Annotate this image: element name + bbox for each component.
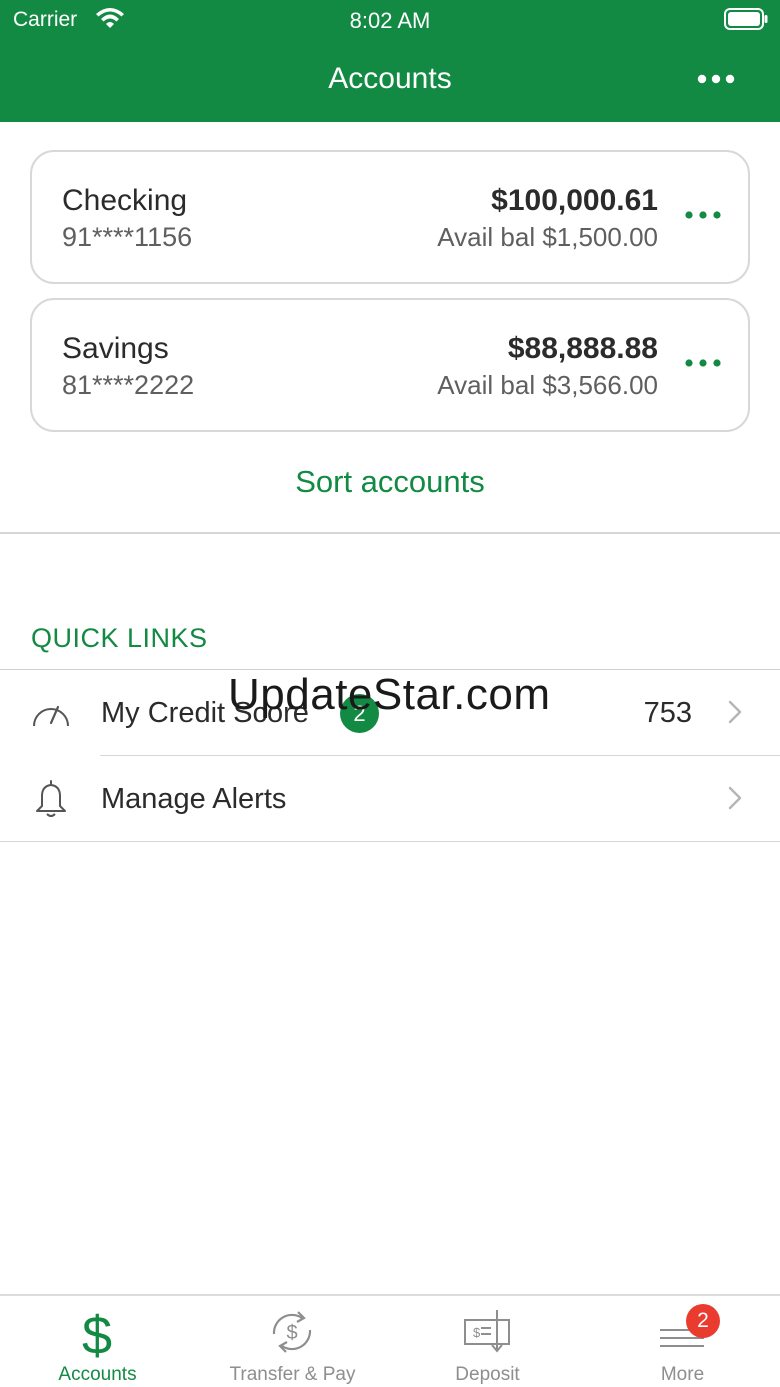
status-time: 8:02 AM <box>349 8 431 33</box>
account-number: 81****2222 <box>62 370 195 400</box>
quick-link-manage-alerts[interactable]: Manage Alerts <box>0 756 780 842</box>
account-card-checking[interactable]: Checking 91****1156 $100,000.61 Avail ba… <box>30 150 750 284</box>
credit-score-value: 753 <box>643 697 692 729</box>
quick-link-label: Manage Alerts <box>101 783 287 815</box>
sort-accounts-link[interactable]: Sort accounts <box>0 464 780 500</box>
tab-label: Accounts <box>58 1364 137 1385</box>
quick-links-heading: QUICK LINKS <box>31 623 208 653</box>
account-balance: $88,888.88 <box>507 332 658 365</box>
battery-icon <box>724 8 768 30</box>
svg-text:$: $ <box>82 1306 112 1358</box>
account-more-icon[interactable] <box>684 208 722 222</box>
tab-transfer-pay[interactable]: $ Transfer & Pay <box>195 1296 390 1387</box>
tab-label: Deposit <box>455 1364 520 1385</box>
tab-accounts[interactable]: $ Accounts <box>0 1296 195 1387</box>
account-card-savings[interactable]: Savings 81****2222 $88,888.88 Avail bal … <box>30 298 750 432</box>
watermark-text: UpdateStar.com <box>228 670 551 719</box>
row-divider <box>0 841 780 842</box>
account-number: 91****1156 <box>62 222 193 252</box>
check-deposit-icon: $ <box>457 1306 517 1358</box>
bell-icon <box>30 778 72 820</box>
account-name: Savings <box>62 332 169 365</box>
transfer-icon: $ <box>262 1306 322 1358</box>
dollar-icon: $ <box>67 1306 127 1366</box>
status-bar: Carrier 8:02 AM <box>0 0 780 40</box>
tab-bar: $ Accounts $ Transfer & Pay $ Deposit 2 … <box>0 1294 780 1387</box>
tab-more[interactable]: 2 More <box>585 1296 780 1387</box>
app-header: Carrier 8:02 AM Accounts <box>0 0 780 122</box>
account-balance: $100,000.61 <box>491 184 658 217</box>
svg-text:$: $ <box>473 1325 481 1340</box>
account-more-icon[interactable] <box>684 356 722 370</box>
notification-badge: 2 <box>686 1304 720 1338</box>
tab-deposit[interactable]: $ Deposit <box>390 1296 585 1387</box>
chevron-right-icon <box>728 700 742 724</box>
chevron-right-icon <box>728 786 742 810</box>
tab-label: Transfer & Pay <box>229 1364 356 1385</box>
section-divider <box>0 532 780 534</box>
gauge-icon <box>30 692 72 734</box>
account-name: Checking <box>62 184 188 217</box>
header-more-icon[interactable] <box>696 66 740 92</box>
page-title: Accounts <box>328 62 452 95</box>
available-balance: Avail bal $3,566.00 <box>437 370 658 400</box>
available-balance: Avail bal $1,500.00 <box>437 222 658 252</box>
tab-label: More <box>660 1364 705 1385</box>
svg-text:$: $ <box>286 1322 297 1344</box>
